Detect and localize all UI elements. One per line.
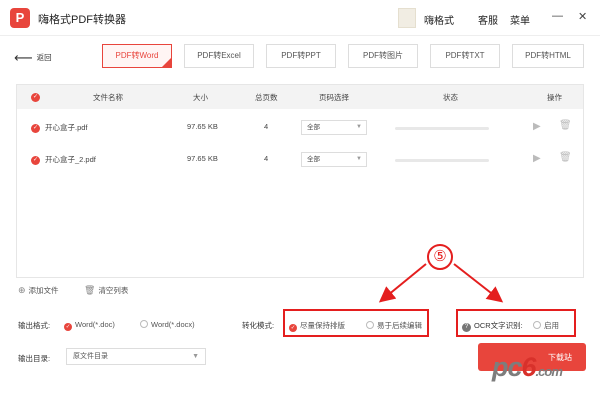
- output-dir-dropdown[interactable]: 原文件目录 ▼: [66, 348, 206, 365]
- tab-label: PDF转图片: [363, 51, 403, 60]
- clear-list-label: 清空列表: [98, 286, 129, 295]
- trash-icon: 🗑: [84, 285, 96, 295]
- select-all-checkbox[interactable]: ✓: [31, 93, 40, 102]
- tab-label: PDF转Word: [115, 51, 159, 60]
- table-header: ✓ 文件名称 大小 总页数 页码选择 状态 操作: [17, 85, 583, 109]
- mode-editable-radio[interactable]: 易于后续编辑: [366, 320, 422, 331]
- play-icon[interactable]: ▶: [533, 121, 541, 132]
- radio-checked-icon: ✓: [64, 323, 72, 331]
- tab-label: PDF转PPT: [281, 51, 321, 60]
- user-avatar[interactable]: [398, 8, 416, 28]
- output-format-label: 输出格式:: [18, 321, 51, 330]
- trash-icon[interactable]: 🗑: [559, 120, 572, 131]
- page-select-value: 全部: [307, 124, 320, 131]
- app-title: 嗨格式PDF转换器: [38, 14, 126, 26]
- format-docx-radio[interactable]: Word(*.docx): [140, 320, 195, 329]
- mode-keep-layout-label: 尽量保持排版: [300, 321, 345, 330]
- page-count: 4: [264, 154, 269, 163]
- page-select-dropdown[interactable]: 全部 ▼: [301, 120, 367, 135]
- row-checkbox[interactable]: ✓: [31, 124, 40, 133]
- app-logo: P: [10, 8, 30, 28]
- tab-pdf-to-excel[interactable]: PDF转Excel: [184, 44, 254, 68]
- title-bar: P 嗨格式PDF转换器 嗨格式 客服 菜单 — ✕: [0, 0, 600, 36]
- minimize-button[interactable]: —: [552, 10, 563, 22]
- mode-keep-layout-radio[interactable]: ✓ 尽量保持排版: [289, 320, 345, 332]
- tab-label: PDF转TXT: [445, 51, 485, 60]
- format-doc-label: Word(*.doc): [75, 320, 115, 329]
- chevron-down-icon: ▼: [356, 156, 362, 162]
- tab-pdf-to-word[interactable]: PDF转Word: [102, 44, 172, 68]
- back-label: 返回: [36, 53, 52, 62]
- output-dir-label: 输出目录:: [18, 354, 51, 363]
- customer-service-link[interactable]: 客服: [478, 12, 498, 27]
- help-icon[interactable]: ?: [462, 323, 471, 332]
- page-count: 4: [264, 122, 269, 131]
- selected-corner-icon: [162, 58, 171, 67]
- table-row: ✓ 开心盒子_2.pdf 97.65 KB 4 全部 ▼ ▶ 🗑: [17, 145, 583, 175]
- watermark-sub: 下载站: [545, 352, 575, 363]
- back-button[interactable]: ⟵ 返回: [14, 50, 52, 66]
- close-button[interactable]: ✕: [578, 10, 587, 23]
- tab-pdf-to-image[interactable]: PDF转图片: [348, 44, 418, 68]
- col-actions: 操作: [547, 93, 562, 102]
- chevron-down-icon: ▼: [192, 353, 199, 360]
- format-doc-radio[interactable]: ✓ Word(*.doc): [64, 320, 115, 331]
- page-select-dropdown[interactable]: 全部 ▼: [301, 152, 367, 167]
- file-size: 97.65 KB: [187, 122, 218, 131]
- watermark-six: 6: [521, 352, 537, 382]
- file-table: ✓ 文件名称 大小 总页数 页码选择 状态 操作 ✓ 开心盒子.pdf 97.6…: [16, 84, 584, 278]
- play-icon[interactable]: ▶: [533, 153, 541, 164]
- arrow-left-icon: ⟵: [14, 50, 33, 65]
- table-row: ✓ 开心盒子.pdf 97.65 KB 4 全部 ▼ ▶ 🗑: [17, 113, 583, 143]
- ocr-label: ? OCR文字识别:: [462, 320, 523, 332]
- progress-bar: [395, 159, 489, 162]
- tab-label: PDF转Excel: [197, 51, 241, 60]
- page-select-value: 全部: [307, 156, 320, 163]
- col-size: 大小: [193, 93, 208, 102]
- watermark-pc: pc: [492, 352, 522, 382]
- user-name[interactable]: 嗨格式: [424, 12, 454, 27]
- file-size: 97.65 KB: [187, 154, 218, 163]
- row-checkbox[interactable]: ✓: [31, 156, 40, 165]
- add-file-button[interactable]: ⊕ 添加文件: [18, 285, 59, 296]
- col-page-select: 页码选择: [319, 93, 349, 102]
- mode-editable-label: 易于后续编辑: [377, 321, 422, 330]
- col-pages: 总页数: [255, 93, 278, 102]
- radio-empty-icon: [533, 321, 541, 329]
- step-number-annotation: ⑤: [427, 244, 453, 270]
- ocr-enable-label: 启用: [544, 321, 559, 330]
- clear-list-button[interactable]: 🗑 清空列表: [84, 285, 128, 296]
- menu-link[interactable]: 菜单: [510, 12, 530, 27]
- watermark-domain: .com: [535, 364, 563, 379]
- ocr-label-text: OCR文字识别:: [474, 321, 523, 330]
- tab-label: PDF转HTML: [525, 51, 571, 60]
- plus-circle-icon: ⊕: [18, 285, 26, 295]
- tab-pdf-to-html[interactable]: PDF转HTML: [512, 44, 584, 68]
- convert-mode-label: 转化模式:: [242, 321, 275, 330]
- progress-bar: [395, 127, 489, 130]
- radio-empty-icon: [366, 321, 374, 329]
- radio-empty-icon: [140, 320, 148, 328]
- format-docx-label: Word(*.docx): [151, 320, 195, 329]
- trash-icon[interactable]: 🗑: [559, 152, 572, 163]
- add-file-label: 添加文件: [28, 286, 59, 295]
- radio-checked-icon: ✓: [289, 324, 297, 332]
- file-name: 开心盒子.pdf: [45, 123, 88, 132]
- chevron-down-icon: ▼: [356, 124, 362, 130]
- col-file-name: 文件名称: [93, 93, 123, 102]
- output-dir-value: 原文件目录: [73, 353, 108, 360]
- ocr-enable-radio[interactable]: 启用: [533, 320, 559, 331]
- file-name: 开心盒子_2.pdf: [45, 155, 96, 164]
- tab-pdf-to-ppt[interactable]: PDF转PPT: [266, 44, 336, 68]
- tab-pdf-to-txt[interactable]: PDF转TXT: [430, 44, 500, 68]
- col-status: 状态: [443, 93, 458, 102]
